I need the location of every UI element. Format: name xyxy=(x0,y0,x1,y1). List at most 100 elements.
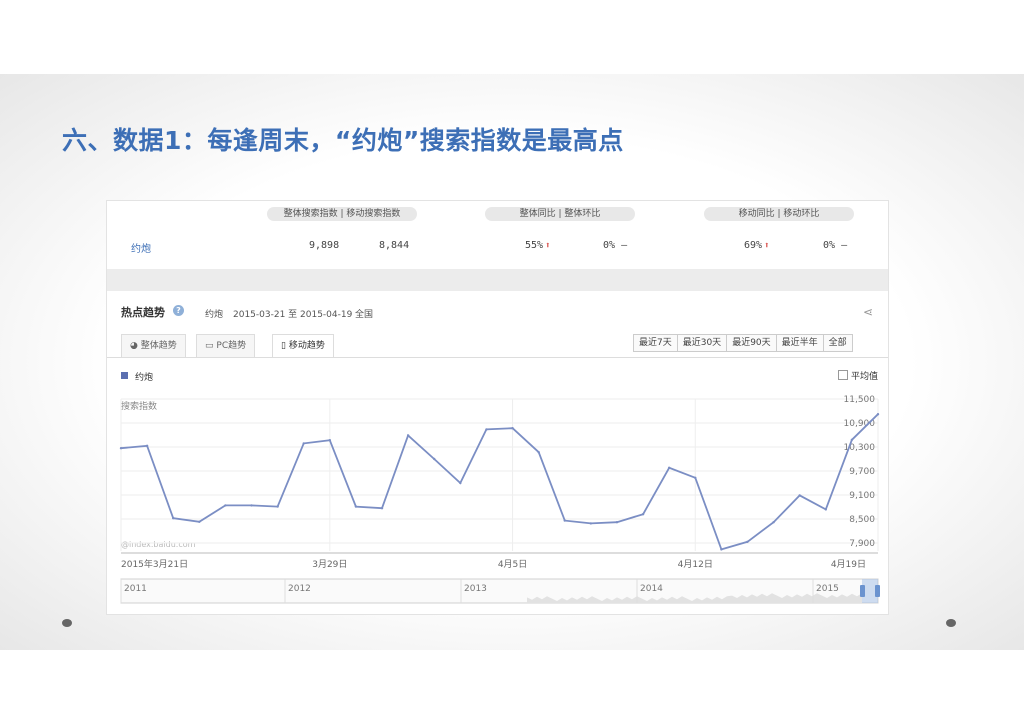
y-tick-label: 7,900 xyxy=(849,539,875,549)
mobile-index-value: 8,844 xyxy=(379,240,410,251)
tab-label: 移动趋势 xyxy=(288,341,325,351)
trend-keyword: 约炮 xyxy=(205,310,224,320)
data-point xyxy=(198,520,201,523)
tab-baseline xyxy=(107,357,888,358)
navigator-year-label: 2014 xyxy=(640,584,663,594)
tab-mobile-trend[interactable]: ▯ 移动趋势 xyxy=(272,334,334,358)
overall-mom-cell: 0% — xyxy=(603,240,627,251)
x-tick-label: 4月19日 xyxy=(831,559,866,570)
mobile-yoy-value: 69% xyxy=(744,240,763,251)
data-point xyxy=(406,434,410,437)
x-tick-label: 2015年3月21日 xyxy=(121,558,188,570)
navigator-year-label: 2012 xyxy=(288,584,311,594)
data-point xyxy=(563,519,566,522)
tab-label: PC趋势 xyxy=(216,341,247,351)
data-point xyxy=(615,521,619,524)
tab-overall-trend[interactable]: ◕ 整体趋势 xyxy=(121,334,186,357)
data-point xyxy=(798,494,801,497)
data-point xyxy=(250,504,253,507)
range-30-days-button[interactable]: 最近30天 xyxy=(677,335,728,351)
share-icon[interactable]: ⋖ xyxy=(863,305,873,319)
x-tick-label: 4月12日 xyxy=(678,559,713,570)
navigator-year-label: 2015 xyxy=(816,584,839,594)
data-point xyxy=(328,439,332,442)
tab-pc-trend[interactable]: ▭ PC趋势 xyxy=(196,334,256,357)
slide-bullet-left xyxy=(62,619,72,627)
up-arrow-icon: ⬆ xyxy=(545,241,551,251)
monitor-icon: ▭ xyxy=(205,341,214,351)
overall-compare-header: 整体同比 | 整体环比 xyxy=(485,207,635,221)
series-line-yuepao xyxy=(120,413,879,551)
range-90-days-button[interactable]: 最近90天 xyxy=(727,335,777,351)
data-point xyxy=(824,508,827,511)
data-point xyxy=(511,427,514,430)
data-point xyxy=(276,505,279,508)
x-tick-label: 4月5日 xyxy=(498,559,527,570)
index-header: 整体搜索指数 | 移动搜索指数 xyxy=(267,207,417,221)
data-point xyxy=(485,428,488,431)
up-arrow-icon: ⬆ xyxy=(764,241,770,251)
data-point xyxy=(172,517,175,520)
help-icon[interactable]: ? xyxy=(173,305,184,316)
data-point xyxy=(145,444,149,447)
data-point xyxy=(772,521,775,524)
data-point xyxy=(354,505,358,508)
navigator-year-label: 2013 xyxy=(464,584,487,594)
data-point xyxy=(119,447,123,450)
y-tick-label: 11,500 xyxy=(844,395,876,405)
data-point xyxy=(589,522,593,525)
data-point xyxy=(720,548,723,551)
range-7-days-button[interactable]: 最近7天 xyxy=(634,335,678,351)
overall-yoy-cell: 55% ⬆ xyxy=(525,240,550,251)
navigator-handle-right[interactable] xyxy=(875,585,880,597)
pie-chart-icon: ◕ xyxy=(130,341,138,351)
mobile-compare-header: 移动同比 | 移动环比 xyxy=(704,207,854,221)
mobile-mom-cell: 0% — xyxy=(823,240,847,251)
tab-label: 整体趋势 xyxy=(140,341,177,351)
average-toggle[interactable]: 平均值 xyxy=(838,369,878,382)
data-point xyxy=(746,540,749,543)
y-tick-label: 8,500 xyxy=(849,515,875,525)
x-tick-label: 3月29日 xyxy=(312,559,347,570)
navigator-year-label: 2011 xyxy=(124,584,147,594)
data-point xyxy=(537,451,540,454)
data-point xyxy=(641,513,645,516)
overall-mom-value: 0% xyxy=(603,240,616,251)
checkbox-icon xyxy=(838,370,848,380)
trend-title: 热点趋势 xyxy=(121,306,165,319)
data-point xyxy=(876,413,880,416)
baidu-index-screenshot: 整体搜索指数 | 移动搜索指数 整体同比 | 整体环比 移动同比 | 移动环比 … xyxy=(106,200,889,615)
data-point xyxy=(850,438,854,441)
dash-icon: — xyxy=(621,240,628,251)
data-point xyxy=(380,507,384,510)
mobile-yoy-cell: 69% ⬆ xyxy=(744,240,769,251)
mobile-mom-value: 0% xyxy=(823,240,836,251)
slide-bullet-right xyxy=(946,619,956,627)
trend-region: 全国 xyxy=(355,310,374,320)
dash-icon: — xyxy=(841,240,848,251)
data-point xyxy=(694,476,697,479)
data-point xyxy=(433,457,436,461)
data-point xyxy=(459,481,462,485)
data-point xyxy=(224,504,227,507)
legend-swatch xyxy=(121,372,128,379)
overall-index-value: 9,898 xyxy=(309,240,340,251)
data-point xyxy=(302,442,305,445)
data-point xyxy=(667,466,671,469)
y-tick-label: 9,700 xyxy=(849,467,875,477)
phone-icon: ▯ xyxy=(281,341,286,351)
legend-series-label: 约炮 xyxy=(135,373,154,383)
range-half-year-button[interactable]: 最近半年 xyxy=(776,335,824,351)
trend-date-range: 2015-03-21 至 2015-04-19 xyxy=(233,310,353,320)
average-label: 平均值 xyxy=(851,372,879,382)
range-selector: 最近7天 最近30天 最近90天 最近半年 全部 xyxy=(633,334,853,352)
navigator-handle-left[interactable] xyxy=(860,585,865,597)
overall-yoy-value: 55% xyxy=(525,240,544,251)
keyword-link[interactable]: 约炮 xyxy=(131,240,151,255)
y-tick-label: 9,100 xyxy=(849,491,875,501)
timeline-navigator[interactable]: 2011 2012 2013 2014 2015 xyxy=(107,577,888,607)
slide-title: 六、数据1：每逢周末，“约炮”搜索指数是最高点 xyxy=(62,126,624,155)
section-divider xyxy=(107,269,888,291)
range-all-button[interactable]: 全部 xyxy=(823,335,852,351)
trend-chart: 11,50010,90010,3009,7009,1008,5007,90020… xyxy=(119,395,880,570)
